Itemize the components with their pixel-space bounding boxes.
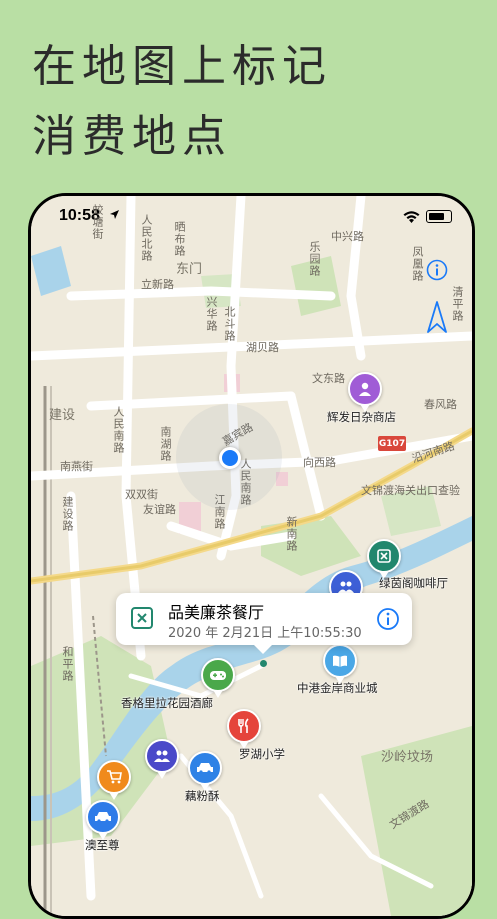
poi-marker-huifa[interactable]: [348, 372, 382, 412]
poi-marker-aozhizun[interactable]: [86, 800, 120, 840]
poi-marker-zhonggang[interactable]: [323, 644, 357, 684]
user-location-dot: [219, 447, 241, 469]
map-label-wendonglu: 文东路: [312, 372, 345, 385]
wifi-icon: [403, 210, 420, 223]
map-label-renminnanlu: 人民南路: [112, 406, 125, 454]
restaurant-icon: [377, 549, 391, 563]
map-label-xingfu: 兴华路: [205, 296, 218, 332]
map-label-wenjindu: 文锦渡海关出口查验: [361, 484, 460, 497]
battery-icon: [426, 210, 452, 223]
phone-frame: 10:58 东门 建设 沙岭坟场 蛟塘街 人民北路 立新路 晒布路 兴华路 北斗…: [28, 193, 475, 919]
poi-label-oufensu: 藕粉酥: [185, 789, 220, 803]
map-label-xinnanlu: 新南路: [285, 516, 298, 552]
map-label-shaling: 沙岭坟场: [381, 750, 434, 765]
poi-marker-lvyin[interactable]: [367, 539, 401, 579]
info-icon[interactable]: [376, 607, 400, 631]
map-label-youyilu: 友谊路: [143, 503, 176, 516]
map-label-beidou: 北斗路: [223, 306, 236, 342]
map-label-jianshe: 建设: [49, 408, 76, 423]
person-icon: [359, 382, 371, 396]
map-label-jiaotangjie: 蛟塘街: [91, 204, 104, 240]
map-label-renminbeilu: 人民北路: [140, 214, 153, 262]
callout-place-name: 品美廉茶餐厅: [168, 603, 265, 622]
poi-label-zhonggang: 中港金岸商业城: [297, 681, 378, 695]
poi-label-shangrila: 香格里拉花园酒廊: [121, 696, 213, 710]
map-label-jianshelu: 建设路: [61, 496, 74, 532]
poi-marker-oufensu[interactable]: [188, 751, 222, 791]
poi-label-huifa: 辉发日杂商店: [327, 410, 396, 424]
status-indicators: [403, 210, 452, 223]
tracking-arrow-icon[interactable]: [426, 300, 448, 334]
promo-title-line2: 消费地点: [32, 111, 232, 162]
fork-knife-icon: [238, 718, 249, 733]
poi-marker-luohu[interactable]: [227, 709, 261, 749]
people-icon: [154, 750, 170, 762]
map-label-zhonghua: 晒布路: [173, 221, 186, 257]
road-sign-g107: G107: [378, 436, 406, 451]
callout-anchor-dot: [260, 660, 267, 667]
cart-icon: [107, 770, 122, 784]
map-label-leyuanlu: 乐园路: [308, 241, 321, 277]
map-label-dongmen: 东门: [176, 262, 203, 277]
poi-marker-people-2[interactable]: [145, 739, 179, 779]
map-label-nanhulu: 南湖路: [159, 426, 172, 462]
map-label-fenghelu: 凤凰路: [411, 246, 424, 282]
car-icon: [197, 763, 213, 774]
map-label-zhongxinglu: 中兴路: [331, 230, 364, 243]
poi-marker-shangrila[interactable]: [201, 658, 235, 698]
gamepad-icon: [210, 671, 226, 680]
map-label-nanyanjie: 南燕街: [60, 460, 93, 473]
map-label-heping: 和平路: [61, 646, 74, 682]
poi-marker-cart[interactable]: [97, 760, 131, 800]
restaurant-icon: [131, 607, 153, 629]
map-label-hexilu: 向西路: [303, 456, 336, 469]
promo-title-line1: 在地图上标记: [32, 41, 332, 92]
info-button-icon[interactable]: [426, 259, 448, 281]
map-label-shuangxiaojie: 双双街: [125, 488, 158, 501]
location-arrow-icon: [110, 210, 119, 219]
map-label-liwenlu: 立新路: [141, 278, 174, 291]
book-icon: [333, 655, 347, 667]
map-label-qingpinglu: 清平路: [451, 286, 464, 322]
callout-datetime: 2020 年 2月21日 上午10:55:30: [168, 626, 362, 641]
poi-label-aozhizun: 澳至尊: [85, 838, 120, 852]
map-label-chunfenglu: 春风路: [424, 398, 457, 411]
map-label-hubeilu: 湖贝路: [246, 341, 279, 354]
car-icon: [95, 812, 111, 823]
poi-label-luohu: 罗湖小学: [239, 747, 285, 761]
location-callout[interactable]: 品美廉茶餐厅 2020 年 2月21日 上午10:55:30: [116, 593, 412, 654]
poi-label-lvyin: 绿茵阁咖啡厅: [379, 576, 448, 590]
